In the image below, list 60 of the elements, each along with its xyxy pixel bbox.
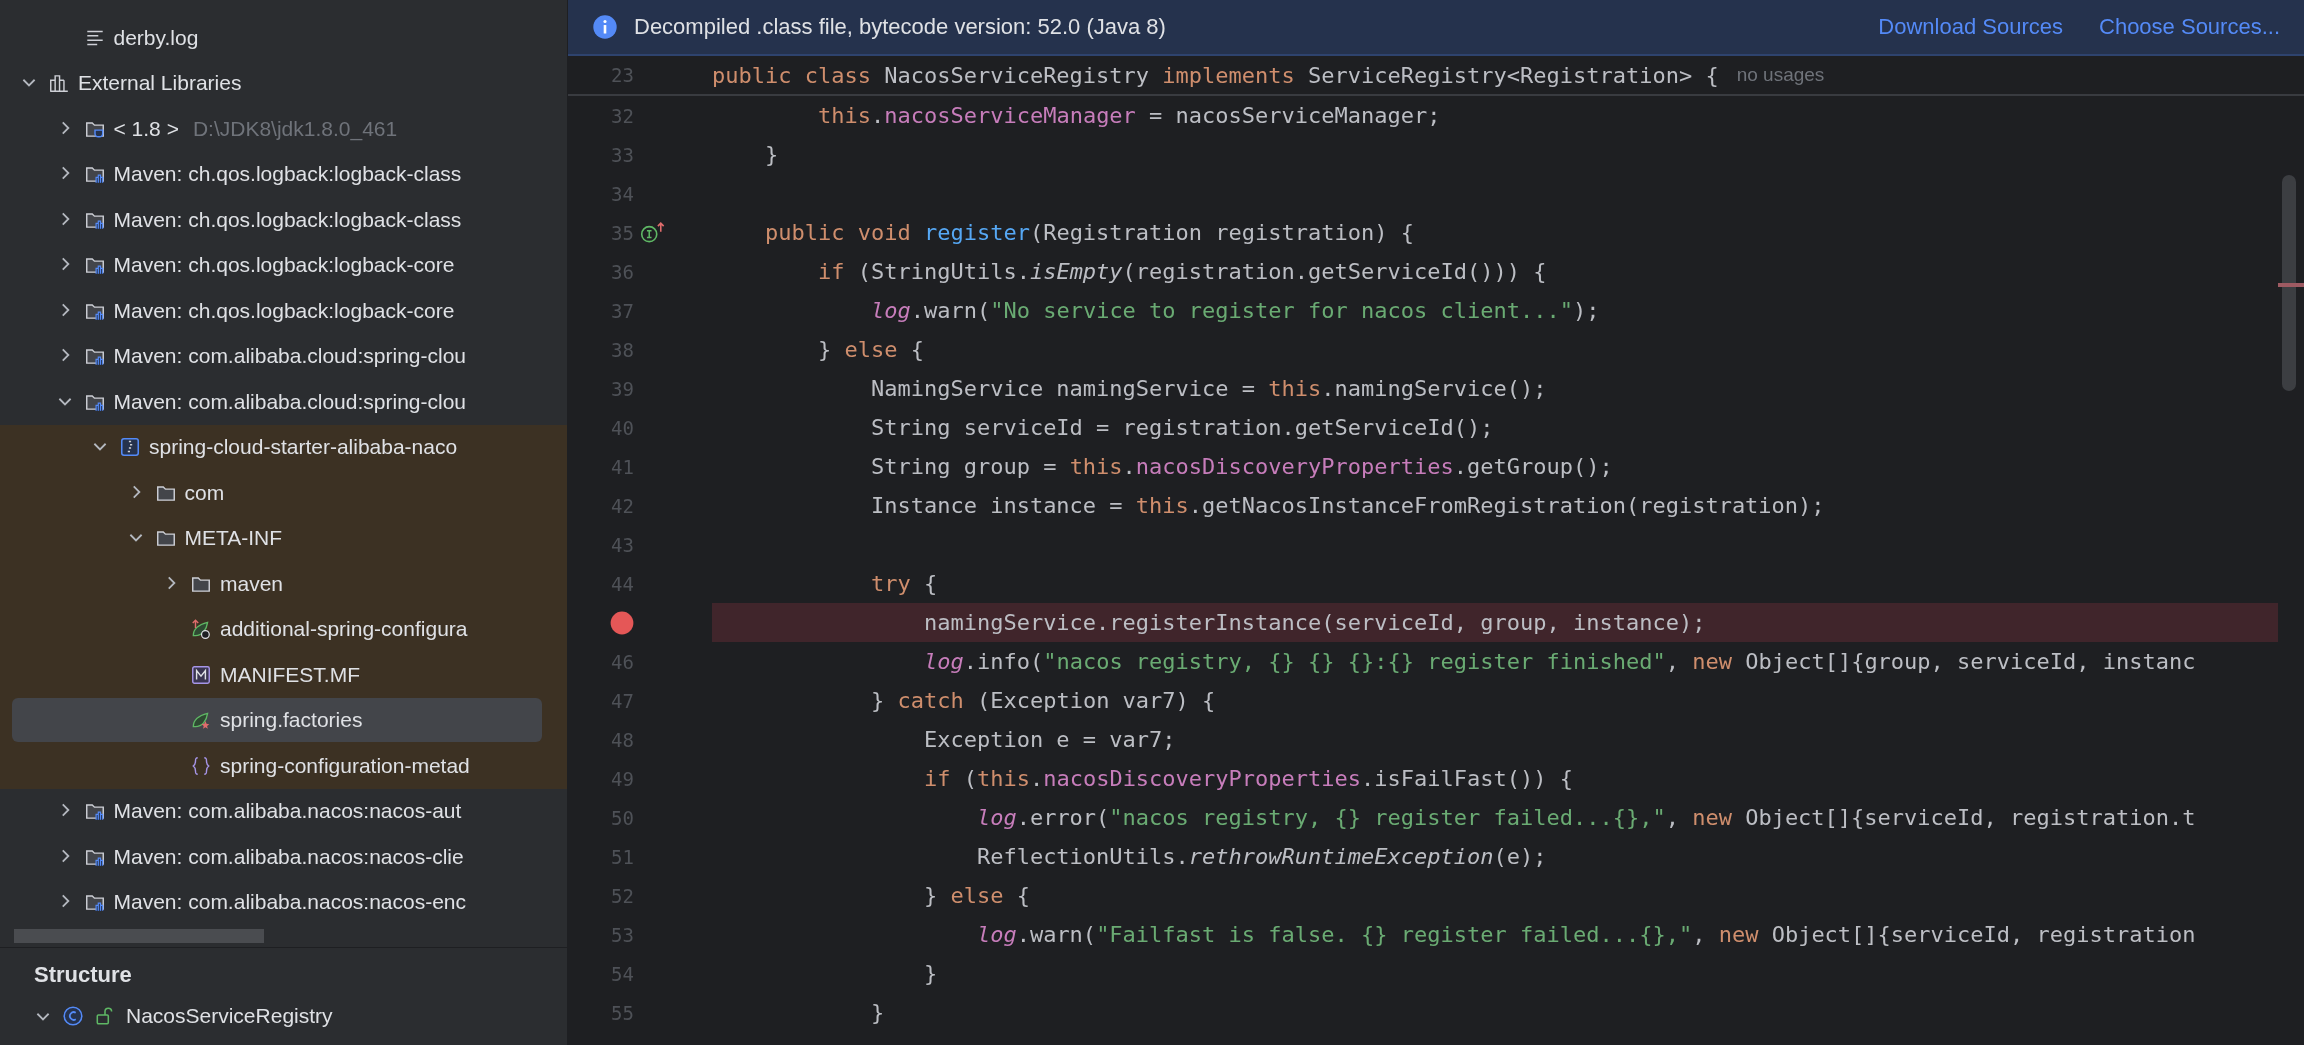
tree-item[interactable]: spring.factories xyxy=(12,698,542,743)
scrollbar-thumb[interactable] xyxy=(14,929,264,943)
code-line: String serviceId = registration.getServiceId(); xyxy=(869,414,1495,442)
library-icon xyxy=(48,72,70,95)
code-line: String group = this.nacosDiscoveryProperties.getGroup(); xyxy=(869,453,1614,481)
tree-item[interactable]: derby.log xyxy=(12,15,542,60)
panel-title: Structure xyxy=(34,962,133,988)
tree-item[interactable]: META-INF xyxy=(12,516,542,561)
tree-item[interactable]: spring-configuration-metad xyxy=(12,743,542,788)
tree-item[interactable]: maven xyxy=(12,561,542,606)
tree-item[interactable]: Maven: com.alibaba.cloud:spring-clou xyxy=(12,379,542,424)
archive-icon xyxy=(119,436,141,459)
tree-item[interactable]: Maven: com.alibaba.nacos:nacos-aut xyxy=(12,789,542,834)
tree-item[interactable]: Maven: ch.qos.logback:logback-class xyxy=(12,152,542,197)
banner-link[interactable]: Download Sources xyxy=(1878,14,2063,40)
code-line: Exception e = var7; xyxy=(922,726,1177,754)
code-line: if (StringUtils.isEmpty(registration.getServiceId())) { xyxy=(816,258,1548,286)
usage-hint: no usages xyxy=(1736,64,1825,86)
tree-item[interactable]: Maven: ch.qos.logback:logback-core xyxy=(12,288,542,333)
tree-item[interactable]: additional-spring-configura xyxy=(12,607,542,652)
code-line: Instance instance = this.getNacosInstanceFromRegistration(registration); xyxy=(869,492,1826,520)
code-line: } catch (Exception var7) { xyxy=(869,687,1217,715)
code-line: ReflectionUtils.rethrowRuntimeException(e); xyxy=(975,843,1548,871)
code-line: public void register(Registration registration) { xyxy=(763,219,1415,247)
jdk-path: D:\JDK8\jdk1.8.0_461 xyxy=(192,116,398,141)
code-line: } else { xyxy=(922,882,1031,910)
tree-item[interactable]: External Libraries xyxy=(12,61,542,106)
tree-item[interactable]: Maven: com.alibaba.cloud:spring-clou xyxy=(12,334,542,379)
code-line: } xyxy=(763,141,780,169)
tree-item[interactable]: Maven: com.alibaba.nacos:nacos-enc xyxy=(12,880,542,925)
structure-item[interactable]: NacosServiceRegistry xyxy=(34,1004,567,1028)
class-icon xyxy=(62,1005,84,1027)
tree-item[interactable]: Maven: ch.qos.logback:logback-core xyxy=(12,243,542,288)
error-stripe-mark xyxy=(2278,283,2304,287)
braces-file-icon xyxy=(190,754,212,777)
code-line: public class NacosServiceRegistry implements ServiceRegistry<Registration> { xyxy=(712,61,1719,90)
leaf-file-icon xyxy=(190,618,212,641)
code-line: } else { xyxy=(816,336,925,364)
tree-item[interactable]: < 1.8 > D:\JDK8\jdk1.8.0_461 xyxy=(12,106,542,151)
code-line: NamingService namingService = this.namingService(); xyxy=(869,375,1548,403)
info-icon xyxy=(592,14,618,40)
manifest-file-icon xyxy=(190,663,212,686)
code-line: try { xyxy=(869,570,939,598)
code-line: log.info("nacos registry, {} {} {}:{} register finished", new Object[]{group, serviceId, instanc xyxy=(922,648,2197,676)
tree-item[interactable]: spring-cloud-starter-alibaba-naco xyxy=(12,425,542,470)
code-line: } xyxy=(922,960,939,988)
breakpoint-icon[interactable] xyxy=(610,610,634,635)
banner-message: Decompiled .class file, bytecode version: 52.0 (Java 8) xyxy=(634,14,1166,40)
banner-link[interactable]: Choose Sources... xyxy=(2099,14,2280,40)
code-line: log.warn("No service to register for nacos client..."); xyxy=(869,297,1601,325)
code-line: log.error("nacos registry, {} register failed...{},", new Object[]{serviceId, registration.t xyxy=(975,804,2197,832)
code-line: } xyxy=(869,999,886,1027)
code-line: this.nacosServiceManager = nacosServiceManager; xyxy=(816,102,1442,130)
tree-item[interactable]: Maven: ch.qos.logback:logback-class xyxy=(12,197,542,242)
code-line: log.warn("Failfast is false. {} register failed...{},", new Object[]{serviceId, registration xyxy=(975,921,2197,949)
scrollbar-thumb[interactable] xyxy=(2282,175,2296,391)
tree-item[interactable]: MANIFEST.MF xyxy=(12,652,542,697)
tree-item[interactable]: com xyxy=(12,470,542,515)
code-line: if (this.nacosDiscoveryProperties.isFailFast()) { xyxy=(922,765,1574,793)
tree-item[interactable]: Maven: com.alibaba.nacos:nacos-clie xyxy=(12,834,542,879)
